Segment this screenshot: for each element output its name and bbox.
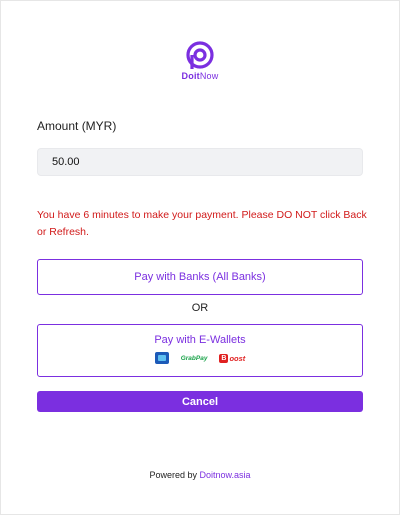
brand-name-part2: Now: [199, 71, 219, 81]
brand-name-part1: Doit: [181, 71, 200, 81]
or-separator: OR: [191, 302, 209, 314]
pay-with-banks-label: Pay with Banks (All Banks): [134, 271, 266, 283]
powered-by-link[interactable]: Doitnow.asia: [200, 470, 251, 480]
ewallet-icons: GrabPay Boost: [154, 352, 246, 364]
doitnow-logo-icon: [186, 41, 214, 69]
amount-field[interactable]: 50.00: [37, 148, 363, 176]
grabpay-icon: GrabPay: [180, 354, 208, 362]
payment-warning: You have 6 minutes to make your payment.…: [37, 209, 367, 238]
amount-label: Amount (MYR): [37, 119, 117, 133]
pay-with-ewallets-label: Pay with E-Wallets: [154, 334, 246, 346]
powered-by-text: Powered by: [149, 470, 197, 480]
brand-name: DoitNow: [182, 71, 219, 81]
boost-icon-text: oost: [229, 353, 246, 363]
cancel-button[interactable]: Cancel: [37, 391, 363, 412]
boost-icon: Boost: [219, 353, 246, 363]
pay-with-banks-button[interactable]: Pay with Banks (All Banks): [37, 259, 363, 295]
logo: DoitNow: [0, 41, 400, 81]
powered-by: Powered by Doitnow.asia: [0, 470, 400, 480]
boost-icon-letter: B: [219, 353, 229, 363]
pay-with-ewallets-button[interactable]: Pay with E-Wallets GrabPay Boost: [37, 324, 363, 377]
touch-n-go-icon: [154, 352, 169, 364]
